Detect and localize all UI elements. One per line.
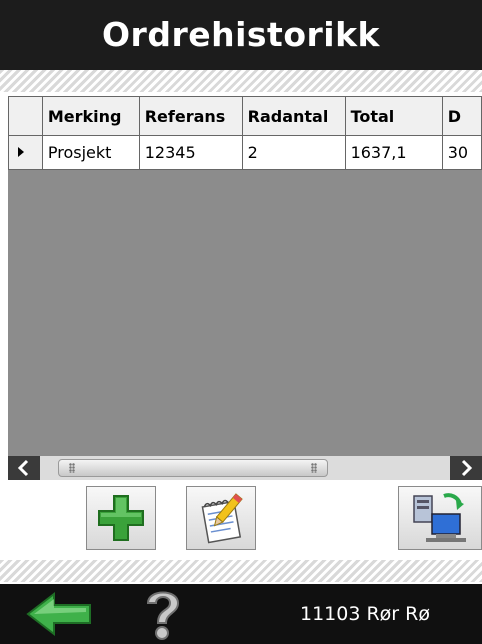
- cell-merking[interactable]: Prosjekt: [41, 135, 140, 170]
- decorative-divider: [0, 560, 482, 582]
- column-header-referans[interactable]: Referans: [138, 96, 243, 136]
- title-bar: Ordrehistorikk: [0, 0, 482, 70]
- table-header-row: Merking Referans Radantal Total D: [8, 96, 482, 136]
- cell-referans[interactable]: 12345: [138, 135, 243, 170]
- footer-bar: 11103 Rør Rø: [0, 584, 482, 644]
- column-header-merking[interactable]: Merking: [41, 96, 140, 136]
- grip-icon: [311, 463, 317, 473]
- table-row[interactable]: Prosjekt 12345 2 1637,1 30: [8, 135, 482, 170]
- chevron-right-icon: [461, 459, 473, 477]
- page-title: Ordrehistorikk: [102, 15, 380, 54]
- row-selector[interactable]: [8, 135, 43, 170]
- scroll-thumb[interactable]: [58, 459, 328, 477]
- scroll-right-button[interactable]: [450, 456, 482, 480]
- plus-icon: [98, 495, 144, 541]
- edit-order-button[interactable]: [186, 486, 256, 550]
- store-label: 11103 Rør Rø: [300, 603, 430, 625]
- add-order-button[interactable]: [86, 486, 156, 550]
- back-button[interactable]: [20, 584, 100, 644]
- order-history-grid[interactable]: Merking Referans Radantal Total D Prosje…: [8, 96, 482, 456]
- column-header-radantal[interactable]: Radantal: [241, 96, 346, 136]
- cell-d[interactable]: 30: [441, 135, 482, 170]
- current-row-arrow-icon: [18, 147, 24, 157]
- chevron-left-icon: [17, 459, 29, 477]
- network-sync-icon: [413, 493, 466, 542]
- cell-radantal[interactable]: 2: [241, 135, 346, 170]
- decorative-divider: [0, 70, 482, 92]
- help-button[interactable]: [128, 584, 198, 644]
- order-table: Merking Referans Radantal Total D Prosje…: [8, 96, 482, 170]
- cell-total[interactable]: 1637,1: [344, 135, 443, 170]
- column-header-total[interactable]: Total: [344, 96, 443, 136]
- scroll-left-button[interactable]: [8, 456, 40, 480]
- sync-button[interactable]: [398, 486, 482, 550]
- horizontal-scrollbar[interactable]: [8, 456, 482, 480]
- row-header-corner: [8, 96, 43, 136]
- column-header-d[interactable]: D: [441, 96, 482, 136]
- notepad-pencil-icon: [201, 493, 243, 544]
- grip-icon: [69, 463, 75, 473]
- question-mark-icon: [146, 591, 180, 640]
- back-arrow-icon: [26, 591, 91, 637]
